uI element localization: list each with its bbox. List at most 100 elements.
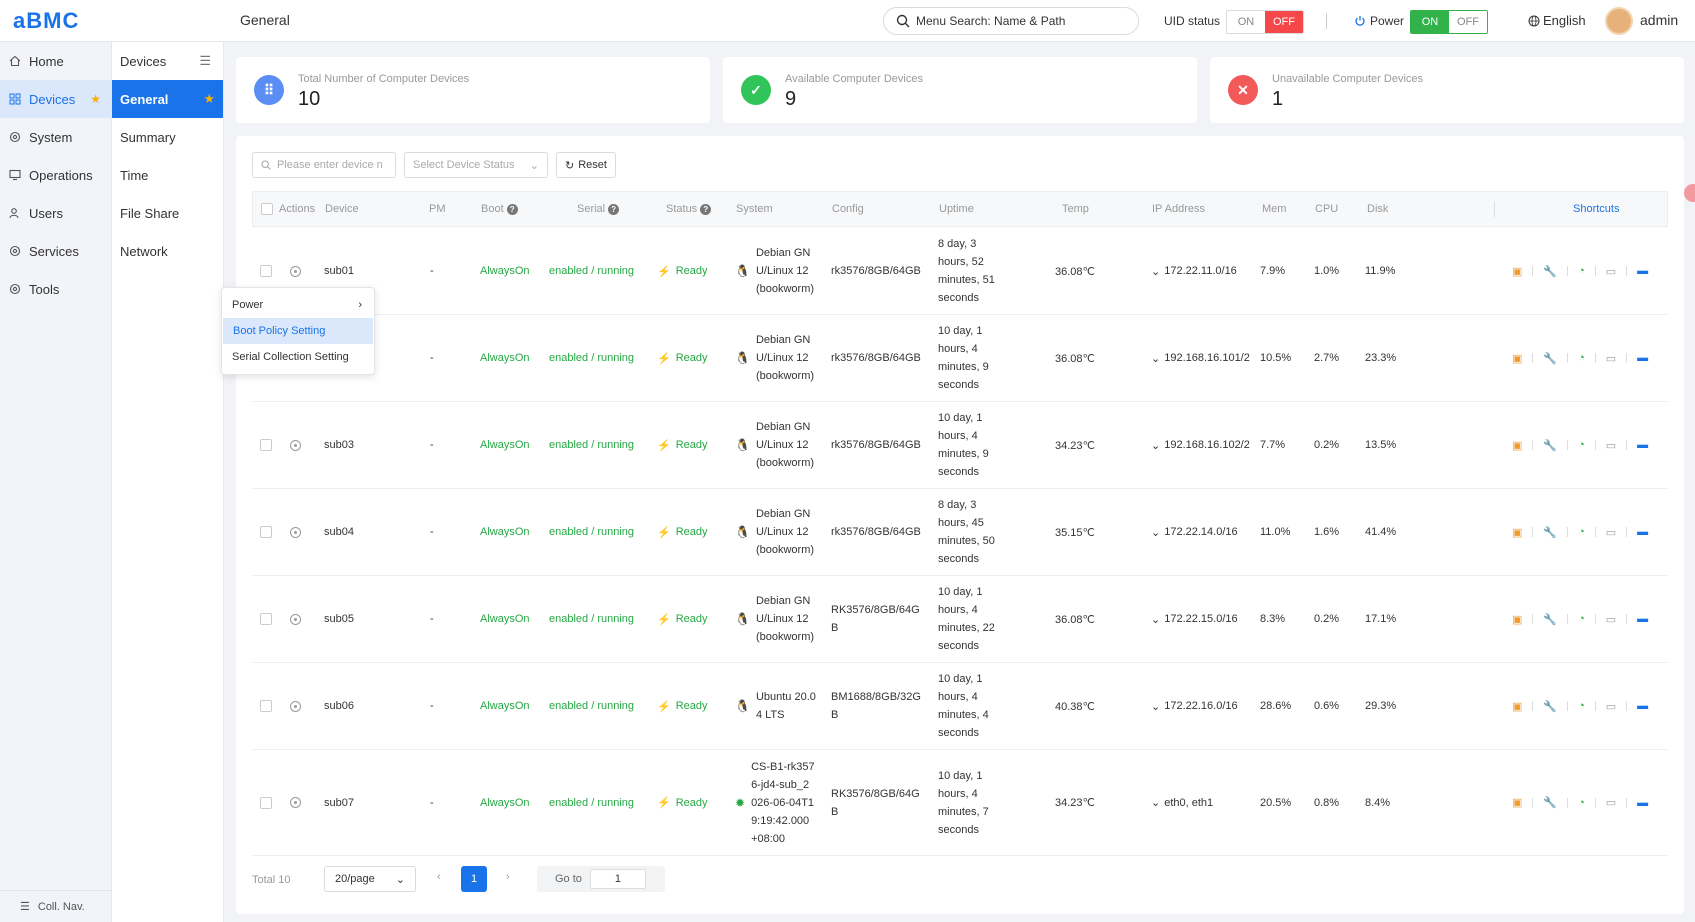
gear-icon[interactable]: [290, 439, 301, 451]
row-checkbox[interactable]: [260, 796, 272, 809]
help-icon[interactable]: ?: [700, 203, 712, 215]
wrench-icon[interactable]: 🔧: [1543, 352, 1557, 365]
logo[interactable]: aBMC: [13, 8, 79, 34]
boot-value[interactable]: AlwaysOn: [480, 228, 530, 314]
monitor-icon[interactable]: ▬: [1637, 352, 1648, 364]
wrench-icon[interactable]: 🔧: [1543, 526, 1557, 539]
console-icon[interactable]: ▣: [1512, 796, 1522, 809]
gauge-icon[interactable]: ◔: [1578, 439, 1585, 451]
table-row[interactable]: sub02-AlwaysOnenabled / running⚡Ready🐧De…: [252, 315, 1668, 402]
gear-icon[interactable]: [290, 613, 301, 625]
wrench-icon[interactable]: 🔧: [1543, 439, 1557, 452]
monitor-icon[interactable]: ▬: [1637, 797, 1648, 809]
sidebar-item-devices[interactable]: Devices ★: [0, 80, 111, 118]
ip-cell[interactable]: ⌄ 172.22.16.0/16: [1151, 663, 1256, 749]
device-name[interactable]: sub06: [324, 663, 354, 749]
boot-value[interactable]: AlwaysOn: [480, 315, 530, 401]
monitor-icon[interactable]: ▬: [1637, 439, 1648, 451]
boot-value[interactable]: AlwaysOn: [480, 489, 530, 575]
gauge-icon[interactable]: ◔: [1578, 797, 1585, 809]
row-checkbox[interactable]: [260, 526, 272, 538]
console-icon[interactable]: ▣: [1512, 265, 1522, 278]
gear-icon[interactable]: [290, 700, 301, 712]
page-number-current[interactable]: 1: [461, 866, 487, 892]
col-device[interactable]: Device: [325, 192, 359, 226]
wrench-icon[interactable]: 🔧: [1543, 700, 1557, 713]
device-name[interactable]: sub03: [324, 402, 354, 488]
sidebar-item-users[interactable]: Users: [0, 194, 111, 232]
ip-cell[interactable]: ⌄ 192.168.16.101/2: [1151, 315, 1256, 401]
wrench-icon[interactable]: 🔧: [1543, 613, 1557, 626]
gauge-icon[interactable]: ◔: [1578, 700, 1585, 712]
row-checkbox[interactable]: [260, 265, 272, 277]
monitor-icon[interactable]: ▬: [1637, 265, 1648, 277]
serial-value[interactable]: enabled / running: [549, 489, 634, 575]
console-icon[interactable]: ▣: [1512, 526, 1522, 539]
console-icon[interactable]: ▣: [1512, 439, 1522, 452]
boot-value[interactable]: AlwaysOn: [480, 663, 530, 749]
monitor-icon[interactable]: ▬: [1637, 700, 1648, 712]
sidebar-item-tools[interactable]: Tools: [0, 270, 111, 308]
ip-cell[interactable]: ⌄ eth0, eth1: [1151, 750, 1256, 855]
gear-icon[interactable]: [290, 526, 301, 538]
uid-off-option[interactable]: OFF: [1265, 11, 1303, 33]
floating-edge-button[interactable]: [1684, 184, 1695, 202]
goto-page-input[interactable]: 1: [589, 869, 646, 889]
gauge-icon[interactable]: ◔: [1578, 526, 1585, 538]
table-row[interactable]: sub06 - AlwaysOn enabled / running ⚡ Ready 🐧 Ub…: [252, 663, 1668, 750]
user-avatar[interactable]: [1605, 7, 1633, 35]
star-icon[interactable]: ★: [90, 92, 101, 106]
boot-value[interactable]: AlwaysOn: [480, 576, 530, 662]
gauge-icon[interactable]: ◔: [1578, 352, 1585, 364]
wrench-icon[interactable]: 🔧: [1543, 796, 1557, 809]
ip-cell[interactable]: ⌄ 192.168.16.102/2: [1151, 402, 1256, 488]
folder-icon[interactable]: ▭: [1606, 265, 1616, 278]
subnav-item-network[interactable]: Network: [112, 232, 223, 270]
device-search-input[interactable]: Please enter device n: [252, 152, 396, 178]
power-off-option[interactable]: OFF: [1449, 11, 1487, 33]
uid-on-option[interactable]: ON: [1227, 11, 1265, 33]
gauge-icon[interactable]: ◔: [1578, 265, 1585, 277]
uid-status-toggle[interactable]: ON OFF: [1226, 10, 1304, 34]
gear-icon[interactable]: [290, 265, 301, 277]
user-name[interactable]: admin: [1640, 12, 1678, 28]
folder-icon[interactable]: ▭: [1606, 796, 1616, 809]
folder-icon[interactable]: ▭: [1606, 526, 1616, 539]
subnav-item-summary[interactable]: Summary: [112, 118, 223, 156]
folder-icon[interactable]: ▭: [1606, 352, 1616, 365]
power-toggle[interactable]: ON OFF: [1410, 10, 1488, 34]
device-name[interactable]: sub05: [324, 576, 354, 662]
subnav-item-general[interactable]: General ★: [112, 80, 223, 118]
boot-value[interactable]: AlwaysOn: [480, 750, 530, 855]
serial-value[interactable]: enabled / running: [549, 402, 634, 488]
boot-value[interactable]: AlwaysOn: [480, 402, 530, 488]
sidebar-item-system[interactable]: System: [0, 118, 111, 156]
folder-icon[interactable]: ▭: [1606, 439, 1616, 452]
device-name[interactable]: sub04: [324, 489, 354, 575]
collapse-menu-icon[interactable]: ☰: [199, 53, 211, 69]
menu-search-input[interactable]: Menu Search: Name & Path: [883, 7, 1139, 35]
ip-cell[interactable]: ⌄ 172.22.11.0/16: [1151, 228, 1256, 314]
row-checkbox[interactable]: [260, 439, 272, 451]
page-size-select[interactable]: 20/page ⌄: [324, 866, 416, 892]
console-icon[interactable]: ▣: [1512, 700, 1522, 713]
ip-cell[interactable]: ⌄ 172.22.15.0/16: [1151, 576, 1256, 662]
prev-page-button[interactable]: ‹: [437, 871, 441, 883]
help-icon[interactable]: ?: [506, 203, 518, 215]
help-icon[interactable]: ?: [608, 203, 620, 215]
row-checkbox[interactable]: [260, 613, 272, 625]
table-row[interactable]: sub05 - AlwaysOn enabled / running ⚡ Ready 🐧 De…: [252, 576, 1668, 663]
sidebar-item-home[interactable]: Home: [0, 42, 111, 80]
gear-icon[interactable]: [290, 797, 301, 808]
serial-value[interactable]: enabled / running: [549, 750, 634, 855]
device-status-select[interactable]: Select Device Status ⌄: [404, 152, 548, 178]
subnav-item-file-share[interactable]: File Share: [112, 194, 223, 232]
gauge-icon[interactable]: ◔: [1578, 613, 1585, 625]
ip-cell[interactable]: ⌄ 172.22.14.0/16: [1151, 489, 1256, 575]
collapse-nav-button[interactable]: ☰ Coll. Nav.: [0, 890, 112, 922]
folder-icon[interactable]: ▭: [1606, 700, 1616, 713]
next-page-button[interactable]: ›: [506, 871, 510, 883]
table-row[interactable]: sub07 - AlwaysOn enabled / running ⚡ Ready ✹ CS…: [252, 750, 1668, 856]
menu-item-serial-collection[interactable]: Serial Collection Setting: [222, 344, 374, 370]
console-icon[interactable]: ▣: [1512, 613, 1522, 626]
